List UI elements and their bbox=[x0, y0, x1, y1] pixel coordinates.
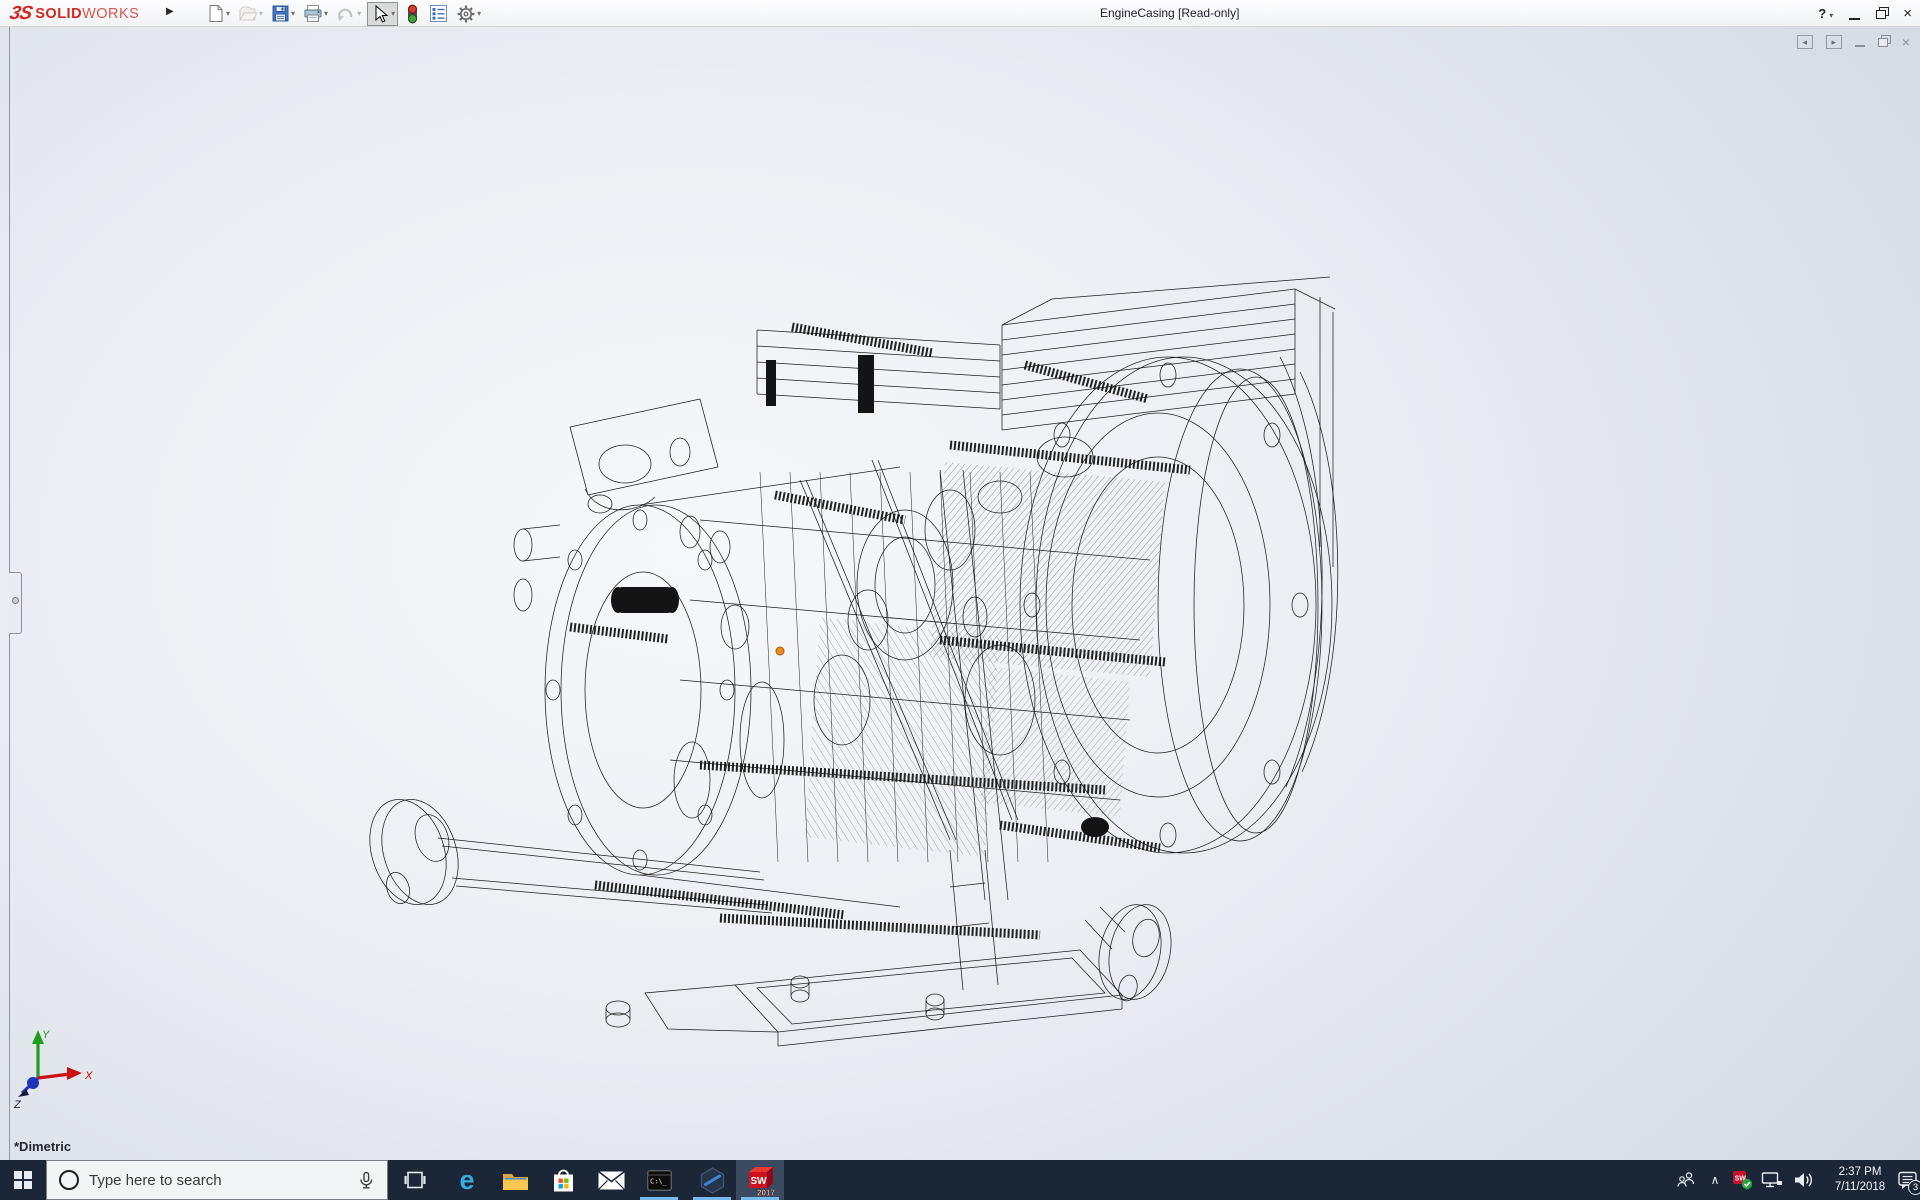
x-axis-arrow bbox=[67, 1067, 82, 1080]
restore-button[interactable] bbox=[1876, 9, 1887, 19]
minimize-button[interactable] bbox=[1849, 18, 1860, 20]
print-button[interactable]: ▾ bbox=[301, 2, 330, 26]
windows-logo-icon bbox=[14, 1171, 32, 1189]
gear-icon bbox=[456, 4, 476, 24]
task-view-icon bbox=[404, 1170, 426, 1190]
command-prompt-button[interactable]: C:\_ bbox=[635, 1160, 683, 1200]
brand-solid: SOLID bbox=[35, 6, 82, 22]
store-icon bbox=[551, 1167, 576, 1193]
hexagon-app-button[interactable] bbox=[688, 1160, 736, 1200]
z-axis-ball bbox=[27, 1077, 39, 1089]
y-axis-label: Y bbox=[42, 1029, 50, 1041]
edge-button[interactable]: e bbox=[443, 1160, 491, 1200]
dropdown-caret[interactable]: ▾ bbox=[324, 9, 328, 18]
save-button[interactable]: ▾ bbox=[269, 2, 297, 26]
save-floppy-icon bbox=[271, 4, 290, 23]
rebuild-stoplight-icon bbox=[404, 4, 421, 24]
solidworks-check-icon: SW bbox=[1732, 1170, 1754, 1190]
windows-taskbar: e C:\_ bbox=[0, 1160, 1920, 1200]
doc-minimize-button[interactable] bbox=[1855, 45, 1865, 47]
command-prompt-icon: C:\_ bbox=[647, 1170, 672, 1191]
dropdown-caret[interactable]: ▾ bbox=[477, 9, 481, 18]
z-axis-label: Z bbox=[13, 1099, 22, 1111]
brand-works: WORKS bbox=[82, 6, 139, 22]
solidworks-2017-button[interactable]: SW 2017 bbox=[736, 1160, 784, 1200]
task-view-button[interactable] bbox=[391, 1160, 439, 1200]
graphics-viewport[interactable]: ◂ ▸ × bbox=[0, 27, 1920, 1160]
ds-logo-mark: 3S bbox=[8, 3, 34, 25]
expand-pane-right-button[interactable]: ▸ bbox=[1826, 35, 1842, 49]
collapse-pane-left-button[interactable]: ◂ bbox=[1797, 35, 1813, 49]
undo-button[interactable]: ▾ bbox=[334, 2, 363, 26]
origin-marker bbox=[776, 647, 784, 655]
mail-button[interactable] bbox=[587, 1160, 635, 1200]
open-folder-icon bbox=[238, 4, 258, 23]
help-button[interactable]: ?▾ bbox=[1818, 5, 1833, 23]
open-button[interactable]: ▾ bbox=[236, 2, 265, 26]
microsoft-store-button[interactable] bbox=[539, 1160, 587, 1200]
taskbar-search[interactable] bbox=[46, 1160, 388, 1200]
new-document-button[interactable]: ▾ bbox=[205, 2, 232, 26]
cortana-icon bbox=[59, 1170, 79, 1190]
x-axis-label: X bbox=[84, 1070, 93, 1082]
doc-close-button[interactable]: × bbox=[1902, 35, 1910, 49]
show-hidden-icons-button[interactable]: ∧ bbox=[1703, 1160, 1727, 1200]
file-explorer-button[interactable] bbox=[491, 1160, 539, 1200]
tray-time: 2:37 PM bbox=[1820, 1165, 1900, 1180]
options-button[interactable]: ▾ bbox=[454, 2, 483, 26]
quick-access-toolbar: ▾ ▾ ▾ bbox=[205, 0, 483, 27]
microphone-icon[interactable] bbox=[357, 1171, 375, 1190]
svg-text:SW: SW bbox=[751, 1176, 768, 1187]
chevron-up-icon: ∧ bbox=[1711, 1173, 1720, 1187]
network-icon bbox=[1761, 1171, 1783, 1189]
action-center-button[interactable]: 3 bbox=[1896, 1160, 1920, 1200]
people-icon bbox=[1676, 1171, 1696, 1189]
menu-flyout-arrow[interactable]: ▶ bbox=[166, 6, 174, 17]
speaker-icon bbox=[1793, 1171, 1815, 1189]
dropdown-caret[interactable]: ▾ bbox=[357, 9, 361, 18]
title-bar: 3S SOLID WORKS ▶ ▾ ▾ bbox=[0, 0, 1920, 27]
file-properties-button[interactable] bbox=[427, 2, 450, 26]
hexagon-app-icon bbox=[699, 1167, 726, 1194]
solidworks-resource-monitor[interactable]: SW bbox=[1729, 1160, 1757, 1200]
svg-text:2017: 2017 bbox=[757, 1188, 775, 1197]
clock[interactable]: 2:37 PM 7/11/2018 bbox=[1820, 1160, 1900, 1200]
volume-button[interactable] bbox=[1789, 1160, 1819, 1200]
rebuild-button[interactable] bbox=[402, 2, 423, 26]
window-title: EngineCasing [Read-only] bbox=[1100, 6, 1239, 20]
dropdown-caret[interactable]: ▾ bbox=[291, 9, 295, 18]
file-explorer-icon bbox=[502, 1170, 529, 1191]
wireframe-engine-model[interactable] bbox=[0, 27, 1920, 1160]
window-controls: ?▾ × bbox=[1818, 0, 1912, 27]
notification-badge: 3 bbox=[1908, 1180, 1920, 1195]
solidworks-logo: 3S SOLID WORKS bbox=[10, 2, 139, 25]
people-button[interactable] bbox=[1672, 1160, 1700, 1200]
start-button[interactable] bbox=[0, 1160, 46, 1200]
select-button[interactable]: ▾ bbox=[367, 2, 398, 26]
view-orientation-label: *Dimetric bbox=[14, 1139, 71, 1154]
reference-triad: Y X Z bbox=[6, 1026, 98, 1112]
dropdown-caret[interactable]: ▾ bbox=[259, 9, 263, 18]
mail-icon bbox=[598, 1171, 625, 1190]
new-document-icon bbox=[207, 4, 225, 23]
network-button[interactable] bbox=[1757, 1160, 1787, 1200]
tray-date: 7/11/2018 bbox=[1820, 1180, 1900, 1195]
undo-arrow-icon bbox=[336, 4, 356, 23]
doc-restore-button[interactable] bbox=[1878, 37, 1889, 47]
edge-icon: e bbox=[459, 1167, 474, 1194]
select-cursor-icon bbox=[370, 4, 390, 24]
svg-text:C:\_: C:\_ bbox=[650, 1177, 668, 1185]
close-button[interactable]: × bbox=[1903, 0, 1912, 27]
dropdown-caret[interactable]: ▾ bbox=[391, 9, 395, 18]
solidworks-icon: SW 2017 bbox=[744, 1164, 776, 1197]
dropdown-caret[interactable]: ▾ bbox=[226, 9, 230, 18]
search-input[interactable] bbox=[89, 1172, 357, 1189]
document-window-controls: ◂ ▸ × bbox=[1797, 35, 1910, 49]
print-icon bbox=[303, 4, 323, 23]
file-properties-icon bbox=[429, 4, 448, 23]
